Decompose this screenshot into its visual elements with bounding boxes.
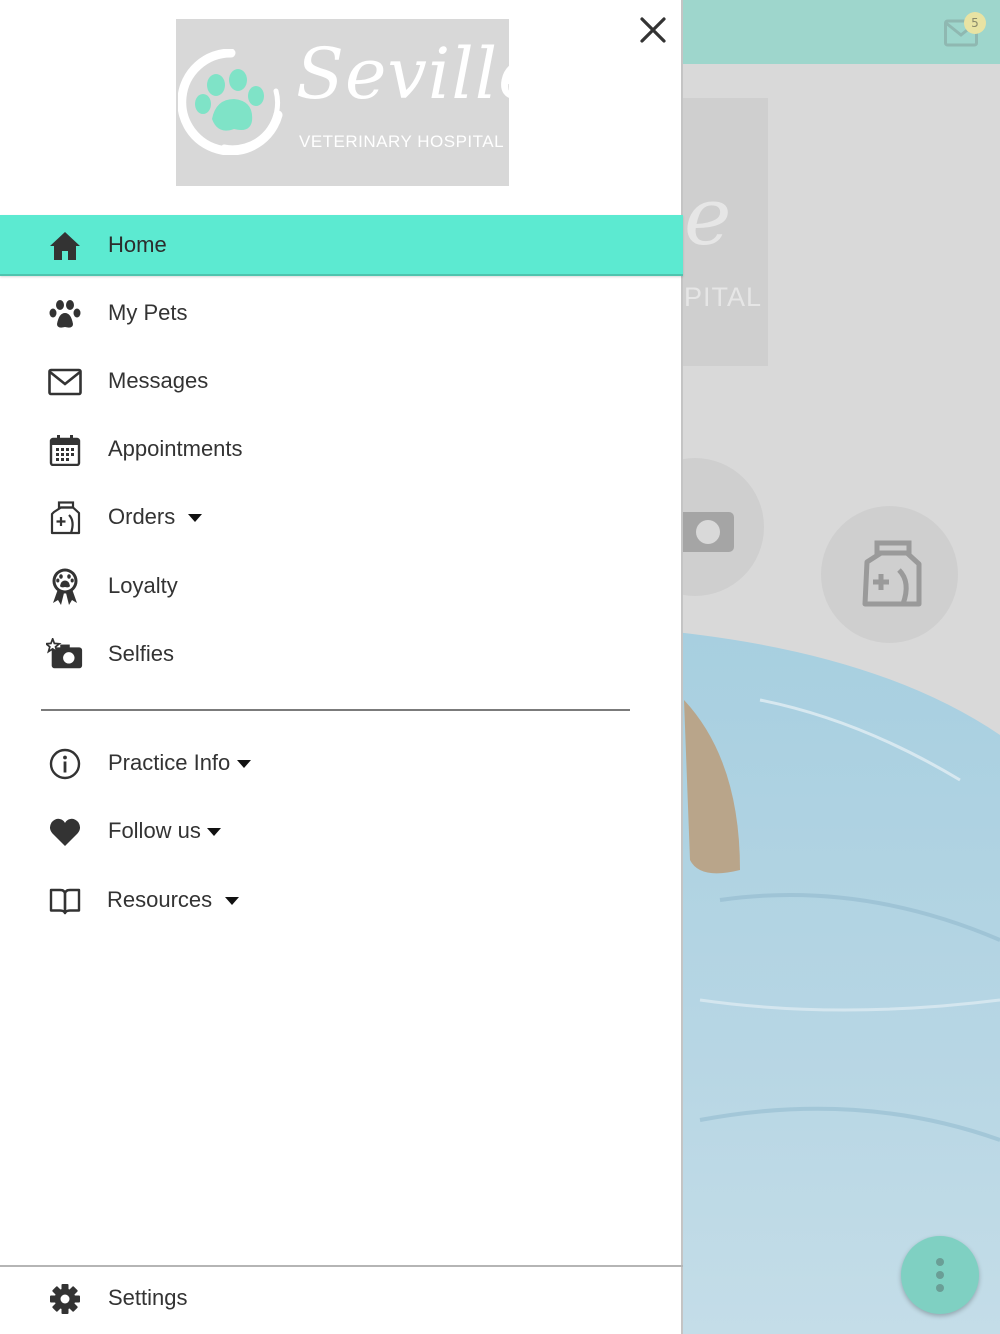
- more-dot-icon: [936, 1258, 944, 1266]
- logo-subtitle: VETERINARY HOSPITAL: [299, 132, 505, 151]
- nav-item-label: Follow us: [108, 818, 221, 844]
- paw-logo-icon: [178, 49, 283, 155]
- nav-item-practice-info[interactable]: Practice Info: [0, 733, 683, 793]
- envelope-icon: [46, 364, 84, 400]
- book-icon: [46, 883, 84, 919]
- nav-item-orders[interactable]: Orders: [0, 487, 683, 547]
- award-ribbon-icon: [46, 568, 84, 605]
- heart-icon: [46, 814, 84, 850]
- nav-item-loyalty[interactable]: Loyalty: [0, 556, 683, 616]
- section-divider: [41, 709, 630, 711]
- dropdown-caret-icon: [206, 828, 221, 836]
- more-dot-icon: [936, 1271, 944, 1279]
- nav-item-text: Practice Info: [108, 750, 231, 775]
- nav-item-label: Selfies: [108, 641, 175, 666]
- more-options-button[interactable]: [901, 1236, 979, 1314]
- nav-item-label: Loyalty: [108, 573, 178, 598]
- camera-star-icon: [46, 637, 84, 673]
- gear-icon: [46, 1281, 84, 1317]
- nav-item-resources[interactable]: Resources: [0, 870, 683, 930]
- nav-item-text: Resources: [107, 887, 213, 912]
- close-icon[interactable]: [632, 10, 674, 52]
- nav-item-label: Resources: [107, 887, 240, 913]
- paw-icon: [46, 296, 84, 332]
- nav-item-label: My Pets: [108, 300, 188, 325]
- medicine-bag-icon: [46, 500, 84, 536]
- practice-logo: Seville VETERINARY HOSPITAL: [176, 19, 540, 186]
- logo-brand-name: Seville: [296, 33, 541, 115]
- nav-item-text: Follow us: [108, 818, 201, 843]
- navigation-drawer: Seville VETERINARY HOSPITAL Home My Pets: [0, 0, 683, 1334]
- footer-divider: [0, 1265, 683, 1267]
- dropdown-caret-icon: [225, 897, 240, 905]
- info-icon: [46, 746, 84, 782]
- dropdown-caret-icon: [188, 514, 203, 522]
- nav-item-settings[interactable]: Settings: [0, 1268, 683, 1328]
- nav-item-label: Orders: [108, 504, 203, 530]
- nav-item-label: Settings: [108, 1285, 188, 1310]
- more-dot-icon: [936, 1284, 944, 1292]
- nav-item-messages[interactable]: Messages: [0, 351, 683, 411]
- dropdown-caret-icon: [237, 760, 252, 768]
- nav-item-label: Home: [108, 232, 167, 257]
- nav-item-follow-us[interactable]: Follow us: [0, 801, 683, 861]
- nav-item-label: Appointments: [108, 436, 243, 461]
- nav-item-label: Practice Info: [108, 750, 252, 776]
- nav-item-my-pets[interactable]: My Pets: [0, 283, 683, 343]
- nav-item-text: Orders: [108, 504, 176, 529]
- nav-item-selfies[interactable]: Selfies: [0, 624, 683, 684]
- nav-item-label: Messages: [108, 368, 209, 393]
- nav-item-home[interactable]: Home: [0, 215, 683, 276]
- home-icon: [46, 228, 84, 264]
- calendar-icon: [46, 432, 84, 468]
- nav-item-appointments[interactable]: Appointments: [0, 419, 683, 479]
